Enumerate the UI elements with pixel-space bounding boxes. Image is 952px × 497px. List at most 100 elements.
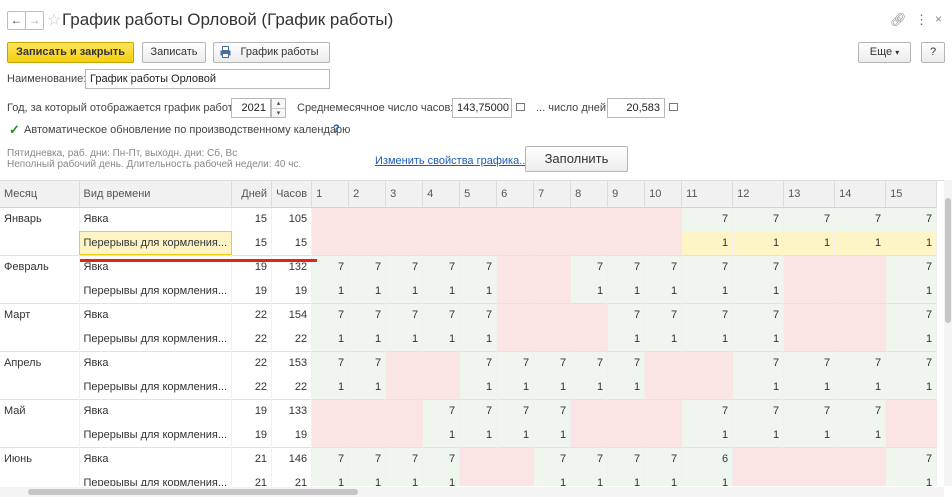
close-icon[interactable]: × (935, 12, 942, 26)
day-cell[interactable] (570, 231, 609, 255)
day-cell[interactable]: 7 (459, 302, 498, 327)
day-cell[interactable]: 7 (681, 254, 734, 279)
day-column-header[interactable]: 12 (732, 181, 785, 208)
day-cell[interactable] (348, 398, 387, 423)
day-cell[interactable]: 7 (607, 350, 646, 375)
day-cell[interactable]: 1 (885, 279, 938, 303)
auto-update-checkbox[interactable]: ✓ (9, 123, 21, 136)
day-cell[interactable]: 7 (834, 350, 887, 375)
day-cell[interactable] (348, 423, 387, 447)
time-type-cell[interactable]: Явка (79, 446, 233, 471)
hours-cell[interactable]: 19 (271, 423, 313, 447)
day-cell[interactable]: 7 (385, 254, 424, 279)
time-type-cell[interactable]: Перерывы для кормления... (79, 375, 233, 399)
month-cell[interactable]: Апрель (0, 350, 80, 375)
day-cell[interactable] (607, 398, 646, 423)
time-type-cell[interactable]: Перерывы для кормления... (79, 279, 233, 303)
day-cell[interactable]: 1 (732, 279, 785, 303)
day-cell[interactable]: 1 (311, 327, 350, 351)
day-cell[interactable] (885, 423, 938, 447)
table-row[interactable]: Перерывы для кормления... 22 22 1 1 1 1 1 1 1 1 1 1 1 (0, 375, 938, 399)
month-cell[interactable] (0, 231, 80, 255)
day-cell[interactable] (834, 279, 887, 303)
forward-arrow-icon[interactable]: → (25, 11, 44, 30)
day-cell[interactable]: 1 (681, 471, 734, 486)
day-cell[interactable]: 7 (681, 398, 734, 423)
month-cell[interactable]: Март (0, 302, 80, 327)
month-cell[interactable]: Май (0, 398, 80, 423)
day-column-header[interactable]: 9 (607, 181, 646, 208)
day-cell[interactable]: 7 (348, 446, 387, 471)
back-arrow-icon[interactable]: ← (7, 11, 26, 30)
day-cell[interactable] (385, 423, 424, 447)
table-row[interactable]: Перерывы для кормления... 19 19 1 1 1 1 1 1 1 1 1 1 1 (0, 279, 938, 303)
day-cell[interactable]: 7 (732, 207, 785, 231)
day-cell[interactable] (422, 350, 461, 375)
day-cell[interactable] (885, 398, 938, 423)
days-cell[interactable]: 22 (231, 375, 273, 399)
avg-hours-field[interactable]: 143,75000 (452, 98, 512, 118)
day-cell[interactable] (311, 207, 350, 231)
day-cell[interactable] (496, 207, 535, 231)
month-cell[interactable]: Июнь (0, 446, 80, 471)
stepper-up-icon[interactable]: ▴ (272, 99, 285, 108)
day-cell[interactable]: 1 (681, 279, 734, 303)
day-cell[interactable]: 1 (422, 279, 461, 303)
day-cell[interactable]: 7 (570, 446, 609, 471)
day-cell[interactable]: 7 (834, 207, 887, 231)
day-cell[interactable]: 7 (533, 398, 572, 423)
day-cell[interactable] (834, 471, 887, 486)
day-cell[interactable] (496, 471, 535, 486)
day-cell[interactable] (644, 423, 683, 447)
day-cell[interactable]: 7 (311, 350, 350, 375)
day-cell[interactable]: 7 (311, 446, 350, 471)
day-cell[interactable]: 1 (885, 375, 938, 399)
day-cell[interactable]: 7 (885, 207, 938, 231)
column-header[interactable]: Вид времени (79, 181, 233, 208)
days-cell[interactable]: 22 (231, 302, 273, 327)
vertical-scrollbar[interactable] (944, 180, 952, 486)
day-cell[interactable]: 1 (311, 471, 350, 486)
day-cell[interactable]: 7 (644, 254, 683, 279)
day-cell[interactable]: 7 (681, 207, 734, 231)
day-cell[interactable] (348, 231, 387, 255)
day-cell[interactable]: 1 (496, 423, 535, 447)
month-cell[interactable]: Февраль (0, 254, 80, 279)
day-cell[interactable] (681, 350, 734, 375)
time-type-cell[interactable]: Явка (79, 302, 233, 327)
day-cell[interactable]: 7 (422, 446, 461, 471)
day-cell[interactable] (496, 327, 535, 351)
day-cell[interactable]: 1 (681, 327, 734, 351)
horizontal-scrollbar[interactable] (0, 487, 944, 497)
day-cell[interactable]: 1 (783, 423, 836, 447)
day-cell[interactable]: 7 (385, 302, 424, 327)
day-cell[interactable]: 1 (732, 327, 785, 351)
day-cell[interactable] (385, 231, 424, 255)
day-cell[interactable]: 1 (459, 279, 498, 303)
day-cell[interactable]: 7 (607, 302, 646, 327)
day-cell[interactable]: 1 (459, 375, 498, 399)
day-cell[interactable]: 1 (607, 375, 646, 399)
day-cell[interactable]: 1 (783, 375, 836, 399)
day-cell[interactable]: 1 (570, 471, 609, 486)
hours-cell[interactable]: 21 (271, 471, 313, 486)
day-cell[interactable]: 7 (533, 350, 572, 375)
day-cell[interactable] (607, 423, 646, 447)
time-type-cell[interactable]: Явка (79, 398, 233, 423)
day-cell[interactable] (732, 446, 785, 471)
day-cell[interactable] (385, 207, 424, 231)
day-cell[interactable]: 7 (348, 254, 387, 279)
table-row[interactable]: Перерывы для кормления... 22 22 1 1 1 1 1 1 1 1 1 1 (0, 327, 938, 351)
hours-cell[interactable]: 22 (271, 375, 313, 399)
day-cell[interactable] (570, 207, 609, 231)
day-cell[interactable]: 7 (533, 446, 572, 471)
day-cell[interactable]: 1 (732, 375, 785, 399)
day-cell[interactable] (459, 231, 498, 255)
time-type-cell[interactable]: Перерывы для кормления... (79, 231, 233, 255)
day-cell[interactable] (607, 231, 646, 255)
kebab-menu-icon[interactable]: ⋮ (915, 12, 928, 28)
day-cell[interactable]: 1 (459, 423, 498, 447)
day-cell[interactable] (834, 254, 887, 279)
day-cell[interactable]: 1 (732, 231, 785, 255)
day-cell[interactable] (732, 471, 785, 486)
